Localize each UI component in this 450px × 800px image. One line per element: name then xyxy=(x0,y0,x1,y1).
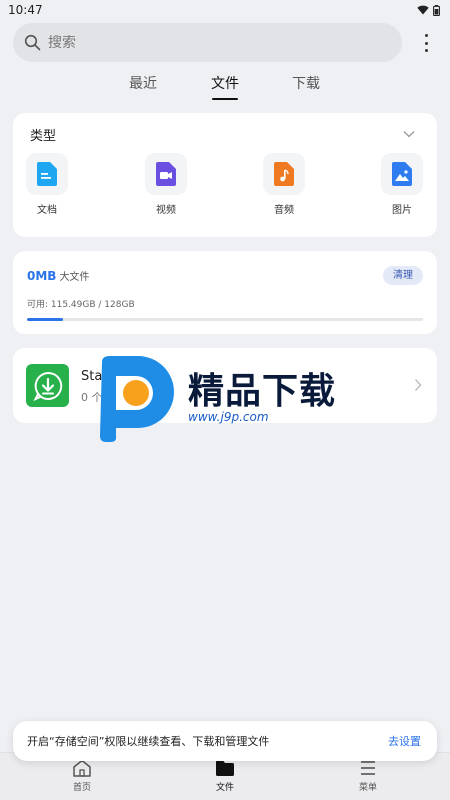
type-item-images[interactable]: 图片 xyxy=(372,153,432,223)
wifi-icon xyxy=(417,5,429,15)
tab-active-indicator xyxy=(212,98,238,100)
menu-icon xyxy=(361,761,375,775)
type-item-audio[interactable]: 音频 xyxy=(254,153,314,223)
chevron-down-icon[interactable] xyxy=(402,127,416,141)
search-bar[interactable] xyxy=(13,23,402,62)
type-card: 类型 文档 视频 音频 图片 xyxy=(13,113,437,237)
tab-label: 下载 xyxy=(292,76,320,92)
clean-button[interactable]: 清理 xyxy=(383,266,423,285)
nav-item-home[interactable]: 首页 xyxy=(52,759,112,793)
storage-progress-fill xyxy=(27,318,63,321)
tab-downloads[interactable]: 下载 xyxy=(276,74,336,102)
type-section-title: 类型 xyxy=(30,129,57,144)
more-options-icon[interactable] xyxy=(418,32,434,54)
permission-snackbar: 开启“存储空间”权限以继续查看、下载和管理文件 去设置 xyxy=(13,721,437,761)
type-tile xyxy=(26,153,68,195)
type-tile xyxy=(145,153,187,195)
type-label: 图片 xyxy=(392,205,412,216)
type-item-documents[interactable]: 文档 xyxy=(17,153,77,223)
video-icon xyxy=(156,162,176,186)
storage-kind-label: 大文件 xyxy=(59,272,90,283)
nav-label: 首页 xyxy=(72,783,91,793)
status-time: 10:47 xyxy=(8,3,43,17)
storage-available-text: 可用: 115.49GB / 128GB xyxy=(27,300,135,310)
type-item-videos[interactable]: 视频 xyxy=(136,153,196,223)
type-label: 文档 xyxy=(37,205,57,216)
tab-bar: 最近 文件 下载 xyxy=(0,74,450,104)
home-icon xyxy=(73,759,91,777)
status-bar: 10:47 xyxy=(0,0,450,20)
storage-card[interactable]: 0MB 大文件 清理 可用: 115.49GB / 128GB xyxy=(13,251,437,334)
audio-icon xyxy=(274,162,294,186)
tab-files[interactable]: 文件 xyxy=(195,74,255,102)
nav-item-files[interactable]: 文件 xyxy=(195,759,255,793)
storage-progress-track xyxy=(27,318,423,321)
large-files-size: 0MB 大文件 xyxy=(27,268,89,283)
type-tile xyxy=(381,153,423,195)
tab-recent[interactable]: 最近 xyxy=(113,74,173,102)
p-logo-icon xyxy=(100,356,174,442)
type-label: 视频 xyxy=(156,205,176,216)
nav-label: 文件 xyxy=(215,783,234,793)
watermark-logo: 精品下载 www.j9p.com xyxy=(96,356,356,442)
permission-message: 开启“存储空间”权限以继续查看、下载和管理文件 xyxy=(27,735,270,748)
document-icon xyxy=(37,162,57,186)
tab-label: 最近 xyxy=(129,76,157,92)
storage-size-value: 0MB xyxy=(27,269,57,283)
nav-label: 菜单 xyxy=(358,783,377,793)
battery-icon xyxy=(433,4,440,16)
tab-label: 文件 xyxy=(211,76,239,92)
image-icon xyxy=(392,162,412,186)
watermark-url: www.j9p.com xyxy=(188,410,269,424)
nav-item-menu[interactable]: 菜单 xyxy=(338,759,398,793)
go-to-settings-button[interactable]: 去设置 xyxy=(388,733,421,749)
search-input[interactable] xyxy=(48,34,348,51)
type-label: 音频 xyxy=(274,205,294,216)
chevron-right-icon xyxy=(415,379,422,391)
type-tile xyxy=(263,153,305,195)
whatsapp-download-icon xyxy=(26,364,69,407)
status-icons xyxy=(417,4,440,16)
watermark-title: 精品下载 xyxy=(188,371,337,412)
search-icon xyxy=(24,34,41,51)
folder-icon xyxy=(216,760,234,776)
